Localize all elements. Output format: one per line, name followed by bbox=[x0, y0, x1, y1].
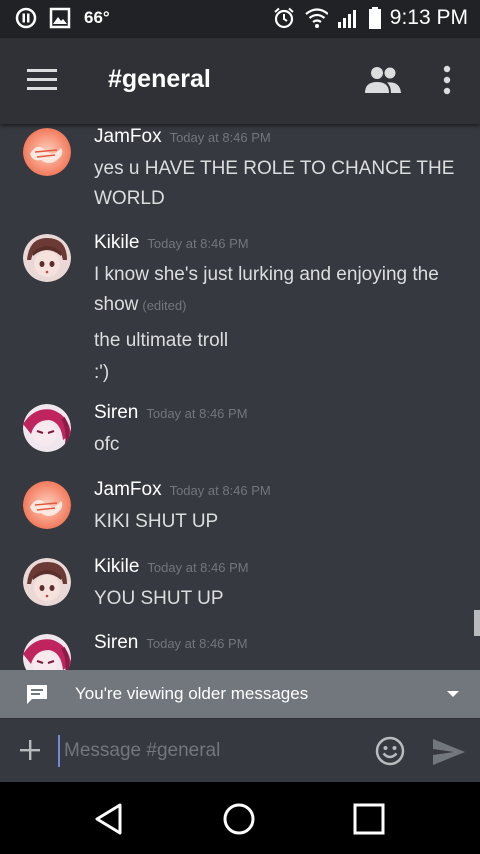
message-timestamp: Today at 8:46 PM bbox=[147, 560, 249, 575]
message-group: Kikile Today at 8:46 PM I know she's just… bbox=[0, 232, 470, 392]
message-timestamp: Today at 8:46 PM bbox=[169, 130, 271, 145]
temperature-text: 66° bbox=[84, 8, 110, 27]
clock-time: 9:13 PM bbox=[389, 6, 468, 29]
message-group: JamFox Today at 8:46 PM yes u HAVE THE RO… bbox=[0, 126, 470, 216]
avatar-siren[interactable] bbox=[23, 634, 71, 670]
avatar-jamfox[interactable] bbox=[23, 128, 71, 176]
send-icon[interactable] bbox=[432, 737, 466, 767]
overflow-icon[interactable] bbox=[436, 64, 458, 98]
avatar-jamfox[interactable] bbox=[23, 481, 71, 529]
message-group: Kikile Today at 8:46 PM YOU SHUT UP bbox=[0, 556, 470, 616]
message-group: JamFox Today at 8:46 PM KIKI SHUT UP bbox=[0, 479, 470, 539]
message-text: KIKI SHUT UP bbox=[94, 511, 219, 532]
recent-apps-icon[interactable] bbox=[352, 802, 386, 836]
message-timestamp: Today at 8:46 PM bbox=[146, 406, 248, 421]
status-bar: 66° 9:13 PM bbox=[0, 0, 480, 38]
status-right-icons: 9:13 PM bbox=[272, 6, 468, 30]
message-author[interactable]: Kikile Today at 8:46 PM bbox=[94, 232, 249, 254]
signal-icon bbox=[336, 6, 360, 30]
message-timestamp: Today at 8:46 PM bbox=[147, 236, 249, 251]
avatar-kikile[interactable] bbox=[23, 558, 71, 606]
scrollbar-thumb[interactable] bbox=[474, 610, 480, 636]
message-composer bbox=[0, 718, 480, 783]
image-icon bbox=[48, 6, 72, 30]
message-author[interactable]: Siren Today at 8:46 PM bbox=[94, 402, 248, 424]
message-text: the ultimate troll bbox=[94, 330, 229, 351]
system-nav-bar bbox=[0, 782, 480, 854]
status-left-icons: 66° bbox=[14, 6, 110, 30]
back-icon[interactable] bbox=[92, 802, 126, 836]
pause-circle-icon bbox=[14, 6, 38, 30]
message-author[interactable]: Kikile Today at 8:46 PM bbox=[94, 556, 249, 578]
message-author[interactable]: Siren Today at 8:46 PM bbox=[94, 632, 248, 654]
older-messages-label: You're viewing older messages bbox=[75, 684, 309, 703]
battery-icon bbox=[368, 6, 382, 30]
message-text: :') bbox=[94, 362, 110, 383]
message-group: Siren Today at 8:46 PM bbox=[0, 632, 470, 670]
message-timestamp: Today at 8:46 PM bbox=[146, 636, 248, 651]
channel-title: #general bbox=[108, 65, 211, 93]
plus-icon[interactable] bbox=[18, 738, 42, 762]
message-author[interactable]: JamFox Today at 8:46 PM bbox=[94, 126, 271, 148]
alarm-icon bbox=[272, 6, 296, 30]
message-text: I know she's just lurking and enjoying t… bbox=[94, 264, 439, 315]
wifi-icon bbox=[304, 6, 328, 30]
message-group: Siren Today at 8:46 PM ofc bbox=[0, 402, 470, 462]
edited-label: (edited) bbox=[142, 298, 187, 313]
message-timestamp: Today at 8:46 PM bbox=[169, 483, 271, 498]
message-text: yes u HAVE THE ROLE TO CHANCE THE WORLD bbox=[94, 158, 455, 209]
older-messages-bar[interactable]: You're viewing older messages bbox=[0, 670, 480, 718]
chat-bubble-icon bbox=[25, 683, 49, 705]
message-text: YOU SHUT UP bbox=[94, 588, 224, 609]
menu-icon[interactable] bbox=[27, 69, 57, 93]
chevron-down-icon[interactable] bbox=[447, 691, 459, 697]
message-author[interactable]: JamFox Today at 8:46 PM bbox=[94, 479, 271, 501]
home-icon[interactable] bbox=[222, 802, 256, 836]
message-input[interactable] bbox=[58, 735, 366, 767]
emoji-icon[interactable] bbox=[374, 735, 406, 767]
message-list[interactable]: JamFox Today at 8:46 PM yes u HAVE THE RO… bbox=[0, 124, 480, 670]
message-text: ofc bbox=[94, 434, 120, 455]
avatar-siren[interactable] bbox=[23, 404, 71, 452]
app-toolbar: #general bbox=[0, 38, 480, 124]
members-icon[interactable] bbox=[363, 63, 403, 97]
avatar-kikile[interactable] bbox=[23, 234, 71, 282]
